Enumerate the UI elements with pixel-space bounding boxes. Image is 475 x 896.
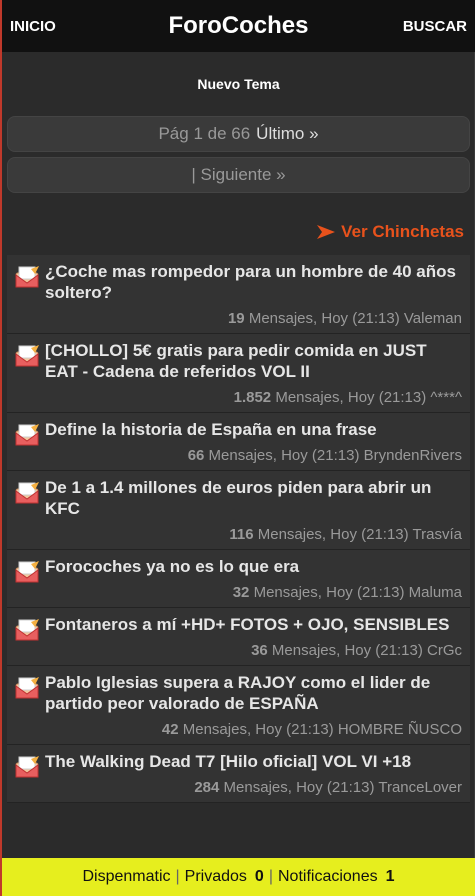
thread-last-post: Mensajes, Hoy (21:13) TranceLover (223, 779, 462, 796)
thread-row[interactable]: Forocoches ya no es lo que era 32 Mensaje… (7, 550, 470, 608)
thread-envelope-icon (15, 561, 39, 583)
arrow-right-icon (317, 225, 336, 239)
notifications-label: Notificaciones (277, 868, 378, 885)
thread-last-post: Mensajes, Hoy (21:13) Valeman (248, 310, 462, 327)
thread-meta: 1.852 Mensajes, Hoy (21:13) ^***^ (45, 389, 462, 406)
thread-envelope-icon (15, 482, 39, 504)
thread-list: ¿Coche mas rompedor para un hombre de 40… (7, 255, 470, 803)
thread-title[interactable]: Forocoches ya no es lo que era (45, 556, 462, 577)
thread-meta: 32 Mensajes, Hoy (21:13) Maluma (45, 584, 462, 601)
separator: | (175, 868, 180, 885)
thread-last-post: Mensajes, Hoy (21:13) ^***^ (275, 389, 462, 406)
home-link[interactable]: INICIO (10, 18, 56, 35)
reply-count: 32 (232, 584, 250, 601)
next-page-link[interactable]: | Siguiente » (7, 157, 470, 193)
last-page-link[interactable]: Último » (256, 124, 318, 144)
thread-envelope-icon (15, 266, 39, 288)
reply-count: 19 (227, 310, 245, 327)
thread-row[interactable]: Pablo Iglesias supera a RAJOY como el li… (7, 666, 470, 745)
sticky-threads-label: Ver Chinchetas (341, 222, 464, 241)
private-messages-label: Privados (184, 868, 247, 885)
next-page-label: | Siguiente » (191, 165, 286, 184)
thread-row[interactable]: The Walking Dead T7 [Hilo oficial] VOL V… (7, 745, 470, 803)
separator: | (268, 868, 273, 885)
thread-meta: 42 Mensajes, Hoy (21:13) HOMBRE ÑUSCO (45, 721, 462, 738)
thread-row[interactable]: ¿Coche mas rompedor para un hombre de 40… (7, 255, 470, 334)
thread-last-post: Mensajes, Hoy (21:13) Trasvía (257, 526, 462, 543)
thread-row[interactable]: De 1 a 1.4 millones de euros piden para … (7, 471, 470, 550)
top-bar: INICIO ForoCoches BUSCAR (2, 0, 475, 52)
thread-meta: 36 Mensajes, Hoy (21:13) CrGc (45, 642, 462, 659)
thread-title[interactable]: Fontaneros a mí +HD+ FOTOS + OJO, SENSIB… (45, 614, 462, 635)
private-messages-count: 0 (254, 868, 264, 885)
thread-envelope-icon (15, 756, 39, 778)
private-messages-link[interactable]: Privados 0 (185, 868, 264, 886)
thread-last-post: Mensajes, Hoy (21:13) BryndenRivers (208, 447, 462, 464)
notifications-link[interactable]: Notificaciones 1 (278, 868, 395, 886)
thread-title[interactable]: [CHOLLO] 5€ gratis para pedir comida en … (45, 340, 462, 382)
thread-title[interactable]: The Walking Dead T7 [Hilo oficial] VOL V… (45, 751, 462, 772)
thread-meta: 116 Mensajes, Hoy (21:13) Trasvía (45, 526, 462, 543)
reply-count: 1.852 (233, 389, 272, 406)
search-link[interactable]: BUSCAR (403, 18, 467, 35)
thread-last-post: Mensajes, Hoy (21:13) CrGc (271, 642, 462, 659)
thread-title[interactable]: ¿Coche mas rompedor para un hombre de 40… (45, 261, 462, 303)
username-link[interactable]: Dispenmatic (82, 868, 170, 886)
reply-count: 36 (251, 642, 268, 659)
user-bar: Dispenmatic | Privados 0 | Notificaciones… (2, 858, 475, 896)
thread-meta: 284 Mensajes, Hoy (21:13) TranceLover (45, 779, 462, 796)
reply-count: 284 (194, 779, 220, 796)
thread-envelope-icon (15, 424, 39, 446)
page-indicator: Pág 1 de 66 (158, 124, 251, 143)
sticky-threads-link[interactable]: Ver Chinchetas (317, 222, 464, 242)
thread-last-post: Mensajes, Hoy (21:13) HOMBRE ÑUSCO (182, 721, 462, 738)
thread-last-post: Mensajes, Hoy (21:13) Maluma (253, 584, 462, 601)
thread-meta: 19 Mensajes, Hoy (21:13) Valeman (45, 310, 462, 327)
thread-title[interactable]: De 1 a 1.4 millones de euros piden para … (45, 477, 462, 519)
thread-row[interactable]: Fontaneros a mí +HD+ FOTOS + OJO, SENSIB… (7, 608, 470, 666)
notifications-count: 1 (385, 868, 395, 885)
thread-envelope-icon (15, 619, 39, 641)
pagination-info: Pág 1 de 66 Último » (7, 116, 470, 152)
reply-count: 116 (229, 526, 254, 543)
thread-envelope-icon (15, 677, 39, 699)
thread-row[interactable]: [CHOLLO] 5€ gratis para pedir comida en … (7, 334, 470, 413)
thread-row[interactable]: Define la historia de España en una fras… (7, 413, 470, 471)
new-topic-link[interactable]: Nuevo Tema (2, 76, 475, 92)
thread-envelope-icon (15, 345, 39, 367)
reply-count: 42 (161, 721, 179, 738)
reply-count: 66 (187, 447, 205, 464)
thread-title[interactable]: Define la historia de España en una fras… (45, 419, 462, 440)
thread-meta: 66 Mensajes, Hoy (21:13) BryndenRivers (45, 447, 462, 464)
thread-title[interactable]: Pablo Iglesias supera a RAJOY como el li… (45, 672, 462, 714)
